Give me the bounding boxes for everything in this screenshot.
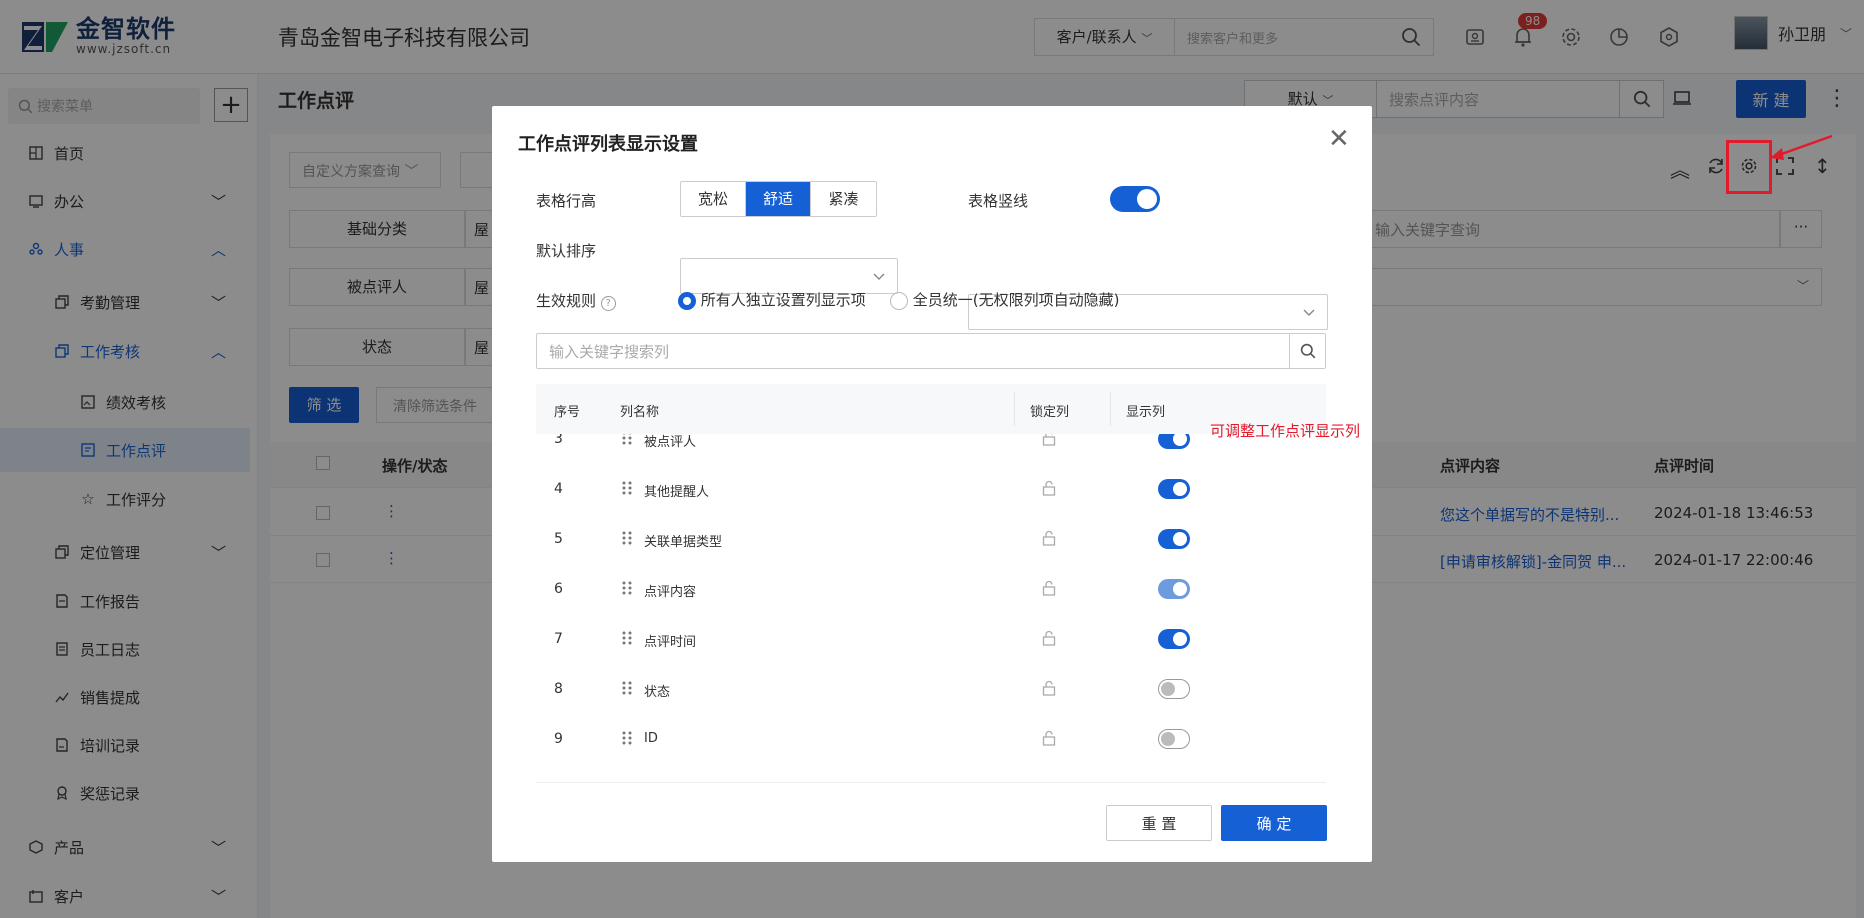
drag-handle-icon[interactable] bbox=[622, 434, 632, 450]
annotation-arrow-icon bbox=[1770, 134, 1833, 160]
column-name: 点评时间 bbox=[644, 635, 697, 650]
column-name: 其他提醒人 bbox=[644, 485, 710, 500]
row-height-loose[interactable]: 宽松 bbox=[681, 182, 746, 216]
default-sort-label: 默认排序 bbox=[536, 242, 597, 260]
search-icon[interactable] bbox=[1289, 334, 1325, 368]
unlock-icon[interactable] bbox=[1042, 680, 1056, 700]
drag-handle-icon[interactable] bbox=[622, 730, 632, 750]
header-name: 列名称 bbox=[620, 405, 660, 420]
header-no: 序号 bbox=[554, 405, 581, 420]
column-show-toggle[interactable] bbox=[1158, 529, 1190, 549]
column-no: 4 bbox=[554, 481, 563, 497]
column-no: 3 bbox=[554, 434, 563, 447]
row-height-label: 表格行高 bbox=[536, 192, 597, 210]
column-search-input[interactable]: 输入关键字搜索列 bbox=[537, 341, 1289, 362]
unlock-icon[interactable] bbox=[1042, 730, 1056, 750]
chevron-down-icon bbox=[1303, 304, 1315, 322]
column-row[interactable]: 8 状态 bbox=[536, 666, 1326, 716]
column-list: 3 被点评人 4 其他提醒人 5 关联单据类型 6 点评内容 7 点评时间 8 … bbox=[536, 434, 1326, 774]
help-icon[interactable]: ? bbox=[600, 296, 616, 311]
vertical-line-toggle[interactable] bbox=[1110, 186, 1160, 212]
column-show-toggle[interactable] bbox=[1158, 579, 1190, 599]
close-icon[interactable]: ✕ bbox=[1328, 126, 1350, 152]
row-height-segment: 宽松 舒适 紧凑 bbox=[680, 181, 877, 217]
column-list-header: 序号 列名称 锁定列 显示列 bbox=[536, 384, 1326, 434]
header-lock: 锁定列 bbox=[1030, 405, 1070, 420]
column-no: 8 bbox=[554, 681, 563, 697]
column-show-toggle[interactable] bbox=[1158, 479, 1190, 499]
confirm-button[interactable]: 确 定 bbox=[1221, 805, 1327, 841]
column-row[interactable]: 5 关联单据类型 bbox=[536, 516, 1326, 566]
rule-option-label: 全员统一(无权限列项自动隐藏) bbox=[912, 291, 1120, 309]
column-row[interactable]: 9 ID bbox=[536, 716, 1326, 766]
annotation-text: 可调整工作点评显示列 bbox=[1210, 422, 1361, 440]
column-no: 5 bbox=[554, 531, 563, 547]
column-name: ID bbox=[644, 731, 658, 746]
unlock-icon[interactable] bbox=[1042, 530, 1056, 550]
unlock-icon[interactable] bbox=[1042, 630, 1056, 650]
column-name: 点评内容 bbox=[644, 585, 697, 600]
column-show-toggle[interactable] bbox=[1158, 434, 1190, 449]
column-settings-dialog: 工作点评列表显示设置 ✕ 表格行高 宽松 舒适 紧凑 表格竖线 默认排序 生效规… bbox=[492, 106, 1372, 862]
header-show: 显示列 bbox=[1126, 405, 1166, 420]
column-no: 6 bbox=[554, 581, 563, 597]
radio-unchecked[interactable] bbox=[890, 291, 908, 310]
unlock-icon[interactable] bbox=[1042, 434, 1056, 450]
unlock-icon[interactable] bbox=[1042, 580, 1056, 600]
column-name: 被点评人 bbox=[644, 435, 697, 450]
drag-handle-icon[interactable] bbox=[622, 480, 632, 500]
radio-checked[interactable] bbox=[678, 291, 696, 310]
column-row[interactable]: 3 被点评人 bbox=[536, 434, 1326, 466]
drag-handle-icon[interactable] bbox=[622, 680, 632, 700]
rule-option-individual[interactable]: 所有人独立设置列显示项 bbox=[678, 289, 866, 310]
vertical-line-label: 表格竖线 bbox=[968, 192, 1029, 210]
column-search: 输入关键字搜索列 bbox=[536, 333, 1326, 369]
drag-handle-icon[interactable] bbox=[622, 580, 632, 600]
dialog-divider bbox=[536, 782, 1326, 783]
rule-option-label: 所有人独立设置列显示项 bbox=[700, 291, 866, 309]
drag-handle-icon[interactable] bbox=[622, 530, 632, 550]
effective-rule-label: 生效规则 ? bbox=[536, 290, 616, 311]
column-show-toggle[interactable] bbox=[1158, 679, 1190, 699]
row-height-compact[interactable]: 紧凑 bbox=[811, 182, 876, 216]
column-no: 9 bbox=[554, 731, 563, 747]
rule-option-unified[interactable]: 全员统一(无权限列项自动隐藏) bbox=[890, 289, 1120, 310]
collapse-up-icon[interactable]: ︽ bbox=[1670, 154, 1690, 183]
column-row[interactable]: 4 其他提醒人 bbox=[536, 466, 1326, 516]
column-row[interactable]: 6 点评内容 bbox=[536, 566, 1326, 616]
refresh-icon[interactable] bbox=[1706, 156, 1726, 176]
effective-rule-text: 生效规则 bbox=[536, 292, 597, 310]
column-name: 状态 bbox=[644, 685, 671, 700]
column-show-toggle[interactable] bbox=[1158, 729, 1190, 749]
chevron-down-icon bbox=[873, 268, 885, 286]
column-no: 7 bbox=[554, 631, 563, 647]
row-height-comfortable[interactable]: 舒适 bbox=[746, 182, 811, 216]
drag-handle-icon[interactable] bbox=[622, 630, 632, 650]
column-show-toggle[interactable] bbox=[1158, 629, 1190, 649]
reset-button[interactable]: 重 置 bbox=[1106, 805, 1212, 841]
column-name: 关联单据类型 bbox=[644, 535, 723, 550]
dialog-title: 工作点评列表显示设置 bbox=[518, 134, 698, 155]
column-row[interactable]: 7 点评时间 bbox=[536, 616, 1326, 666]
unlock-icon[interactable] bbox=[1042, 480, 1056, 500]
